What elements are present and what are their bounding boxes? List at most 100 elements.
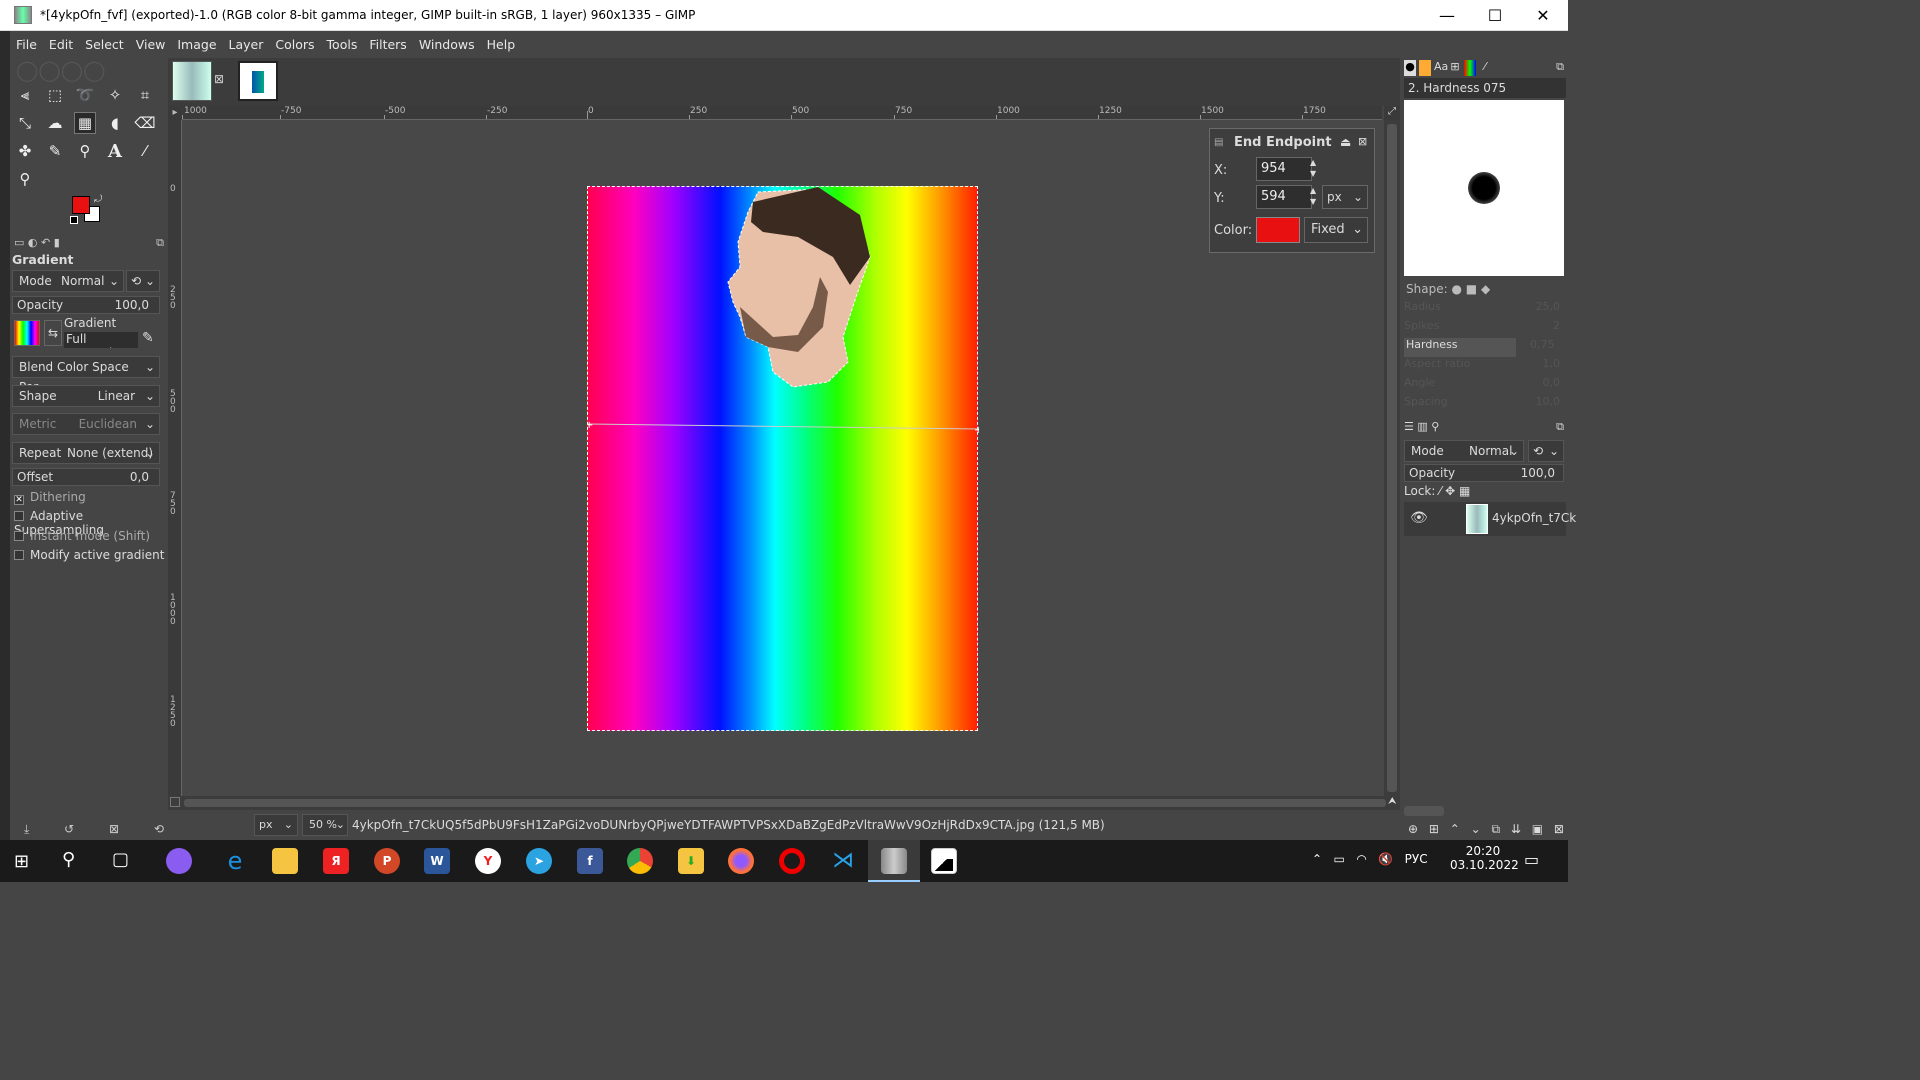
zoom-fit-icon[interactable]: ⤢	[1384, 106, 1400, 120]
opera-icon[interactable]	[779, 848, 805, 874]
menu-filters[interactable]: Filters	[363, 37, 412, 52]
close-button[interactable]: ✕	[1520, 0, 1566, 31]
color-mode-select[interactable]: Fixed ⌄	[1304, 217, 1368, 243]
horizontal-scrollbar[interactable]: ⮝	[168, 796, 1400, 810]
firefox-icon[interactable]	[728, 848, 754, 874]
scrollbar-thumb[interactable]	[1387, 124, 1397, 792]
powerpoint-icon[interactable]: P	[374, 848, 400, 874]
new-layer-icon[interactable]: ⊕	[1408, 822, 1418, 837]
menu-windows[interactable]: Windows	[413, 37, 481, 52]
layer-row[interactable]: 👁 4ykpOfn_t7Ck	[1404, 502, 1576, 536]
search-icon[interactable]: ⚲	[62, 849, 75, 870]
unit-select[interactable]: px ⌄	[1322, 185, 1368, 209]
brush-editor-tab-icon[interactable]: ⁄	[1479, 60, 1491, 76]
default-colors-icon[interactable]	[70, 216, 78, 224]
image-tab-thumbnail-1[interactable]	[172, 61, 212, 101]
ruler-corner-icon[interactable]: ▸	[168, 106, 182, 120]
delete-options-icon[interactable]: ⊠	[109, 822, 119, 837]
circle-shape-icon[interactable]: ●	[1451, 282, 1461, 296]
save-options-icon[interactable]: ⤓	[24, 822, 29, 837]
task-view-icon[interactable]: ▢	[112, 849, 129, 870]
text-tool-icon[interactable]: A	[104, 140, 126, 162]
menu-select[interactable]: Select	[79, 37, 130, 52]
fuzzy-select-tool-icon[interactable]: ✧	[104, 84, 126, 106]
menu-edit[interactable]: Edit	[43, 37, 79, 52]
yandex-icon[interactable]: Я	[323, 848, 349, 874]
brush-preview[interactable]	[1404, 100, 1564, 276]
chrome-icon[interactable]	[627, 848, 653, 874]
layers-tab-icon[interactable]: ☰	[1404, 420, 1414, 433]
volume-icon[interactable]: 🔇	[1378, 852, 1393, 866]
lock-alpha-icon[interactable]: ▦	[1459, 484, 1470, 498]
crop-tool-icon[interactable]: ⌗	[134, 84, 156, 106]
y-spin-arrows-icon[interactable]: ▲ ▼	[1310, 185, 1316, 207]
word-icon[interactable]: W	[424, 848, 450, 874]
color-picker-tool-icon[interactable]: ⁄	[134, 140, 156, 162]
swap-colors-icon[interactable]: ⤾	[94, 194, 102, 205]
hardness-slider[interactable]: Hardness 0,75	[1404, 338, 1555, 357]
gimp-taskbar-button[interactable]	[868, 840, 920, 882]
heal-tool-icon[interactable]: ✤	[14, 140, 36, 162]
clock[interactable]: 20:20 03.10.2022	[1450, 844, 1519, 872]
edge-icon[interactable]: e	[222, 848, 248, 874]
menu-file[interactable]: File	[10, 37, 43, 52]
opacity-slider[interactable]: Opacity 100,0	[12, 296, 160, 314]
close-tab-icon[interactable]: ⊠	[214, 72, 224, 86]
start-endpoint-icon[interactable]: +	[588, 420, 593, 431]
photos-icon[interactable]	[931, 848, 957, 874]
lock-pixels-icon[interactable]: ⁄	[1439, 484, 1441, 498]
menu-image[interactable]: Image	[171, 37, 222, 52]
eject-icon[interactable]: ⏏	[1340, 135, 1351, 149]
purple-app-icon[interactable]	[166, 848, 192, 874]
raise-layer-icon[interactable]: ⌃	[1450, 822, 1460, 837]
channels-tab-icon[interactable]: ▥	[1417, 420, 1427, 433]
lower-layer-icon[interactable]: ⌄	[1471, 822, 1481, 837]
navigate-icon[interactable]: ⮝	[1388, 796, 1397, 807]
unit-select[interactable]: px ⌄	[254, 814, 298, 836]
menu-tools[interactable]: Tools	[321, 37, 364, 52]
patterns-tab-icon[interactable]	[1419, 60, 1431, 76]
eraser-tool-icon[interactable]: ⌫	[134, 112, 156, 134]
layers-scrollbar[interactable]	[1404, 806, 1444, 816]
reset-options-icon[interactable]: ⟲	[154, 822, 164, 837]
vertical-scrollbar[interactable]	[1384, 120, 1400, 796]
scrollbar-thumb[interactable]	[184, 799, 1386, 807]
menu-colors[interactable]: Colors	[269, 37, 320, 52]
x-coordinate-field[interactable]: 954	[1256, 157, 1312, 181]
yandex-browser-icon[interactable]: Y	[475, 848, 501, 874]
fonts-tab-icon[interactable]: Aa	[1434, 60, 1448, 76]
show-hidden-icon[interactable]: ⌃	[1312, 852, 1322, 866]
file-explorer-icon[interactable]	[272, 848, 298, 874]
foreground-color-swatch[interactable]	[72, 196, 90, 214]
offset-slider[interactable]: Offset 0,0	[12, 468, 160, 486]
merge-layer-icon[interactable]: ⇊	[1511, 822, 1521, 837]
gradient-line[interactable]	[588, 423, 979, 430]
configure-tab-icon[interactable]: ⧉	[1556, 420, 1564, 434]
image-canvas[interactable]: + +	[587, 186, 979, 731]
language-indicator[interactable]: РУС	[1405, 852, 1428, 866]
downloads-folder-icon[interactable]: ⬇	[678, 848, 704, 874]
modify-active-gradient-checkbox[interactable]: Modify active gradient	[14, 548, 164, 562]
new-group-icon[interactable]: ⊞	[1429, 822, 1439, 837]
layer-opacity-slider[interactable]: Opacity 100,0	[1404, 464, 1564, 482]
zoom-tool-icon[interactable]: ⚲	[14, 168, 36, 190]
reverse-mode-button[interactable]: ⟲ ⌄	[126, 270, 160, 292]
repeat-select[interactable]: Repeat None (extend) ⌄	[12, 442, 160, 464]
align-tool-icon[interactable]: ⫷	[14, 84, 36, 106]
square-shape-icon[interactable]: ■	[1466, 282, 1477, 296]
menu-view[interactable]: View	[130, 37, 172, 52]
endpoint-color-button[interactable]	[1256, 217, 1300, 243]
lock-position-icon[interactable]: ✥	[1445, 484, 1455, 498]
menu-help[interactable]: Help	[481, 37, 522, 52]
blend-color-space-select[interactable]: Blend Color Space Per... ⌄	[12, 356, 160, 394]
zoom-select[interactable]: 50 % ⌄	[302, 814, 348, 836]
instant-mode-checkbox[interactable]: Instant mode (Shift)	[14, 529, 150, 543]
layer-reverse-button[interactable]: ⟲ ⌄	[1528, 440, 1564, 462]
y-coordinate-field[interactable]: 594	[1256, 185, 1312, 209]
path-tool-icon[interactable]: ⚲	[74, 140, 96, 162]
brushes-tab-icon[interactable]: ●	[1404, 60, 1416, 76]
reverse-gradient-icon[interactable]: ⇆	[44, 320, 62, 346]
mode-select[interactable]: Mode Normal ⌄	[12, 270, 124, 292]
layer-mode-select[interactable]: Mode Normal ⌄	[1404, 440, 1524, 462]
gradient-preview-button[interactable]	[14, 320, 40, 346]
